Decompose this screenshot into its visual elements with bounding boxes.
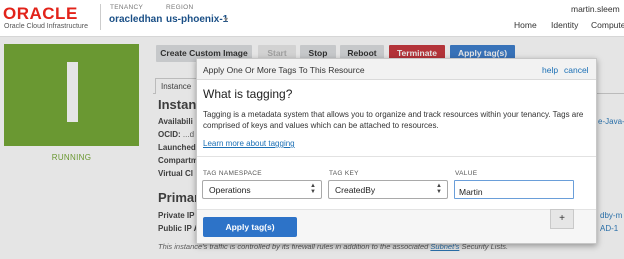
chevron-down-icon[interactable]: ▾ <box>224 15 228 24</box>
header-divider <box>100 4 101 30</box>
add-tag-button[interactable]: + <box>550 209 574 229</box>
select-arrows-icon: ▲ ▼ <box>310 183 316 195</box>
section-divider <box>197 156 596 157</box>
logo-wordmark: ORACLE <box>3 4 78 23</box>
nav-home[interactable]: Home <box>514 20 537 30</box>
help-link[interactable]: help <box>542 65 558 75</box>
dialog-header: Apply One Or More Tags To This Resource … <box>197 59 596 80</box>
logo-subtitle: Oracle Cloud Infrastructure <box>4 23 89 30</box>
nav-compute[interactable]: Compute <box>591 20 624 30</box>
apply-tags-dialog: Apply One Or More Tags To This Resource … <box>196 58 597 244</box>
tag-value-input[interactable] <box>454 180 574 199</box>
apply-tags-submit-button[interactable]: Apply tag(s) <box>203 217 297 237</box>
tag-namespace-label: TAG NAMESPACE <box>203 170 262 177</box>
user-menu[interactable]: martin.sleem <box>571 4 620 14</box>
tagging-description: Tagging is a metadata system that allows… <box>203 110 584 130</box>
nav-identity[interactable]: Identity <box>551 20 578 30</box>
tag-namespace-select[interactable]: Operations ▲ ▼ <box>202 180 322 199</box>
region-label: REGION <box>166 4 194 11</box>
tenancy-value[interactable]: oracledhan <box>109 14 162 25</box>
dialog-title: Apply One Or More Tags To This Resource <box>203 65 365 75</box>
tag-namespace-value: Operations <box>209 185 251 195</box>
tag-key-select[interactable]: CreatedBy ▲ ▼ <box>328 180 448 199</box>
dialog-heading: What is tagging? <box>203 87 293 101</box>
cancel-link[interactable]: cancel <box>564 65 589 75</box>
tag-key-label: TAG KEY <box>329 170 359 177</box>
region-selector[interactable]: us-phoenix-1 <box>166 14 228 25</box>
learn-more-link[interactable]: Learn more about tagging <box>203 139 295 148</box>
oracle-logo[interactable]: ORACLE Oracle Cloud Infrastructure <box>3 4 98 32</box>
tag-key-value: CreatedBy <box>335 185 376 195</box>
tenancy-label: TENANCY <box>110 4 144 11</box>
top-header: ORACLE Oracle Cloud Infrastructure TENAN… <box>0 0 624 37</box>
value-label: VALUE <box>455 170 478 177</box>
select-arrows-icon: ▲ ▼ <box>436 183 442 195</box>
